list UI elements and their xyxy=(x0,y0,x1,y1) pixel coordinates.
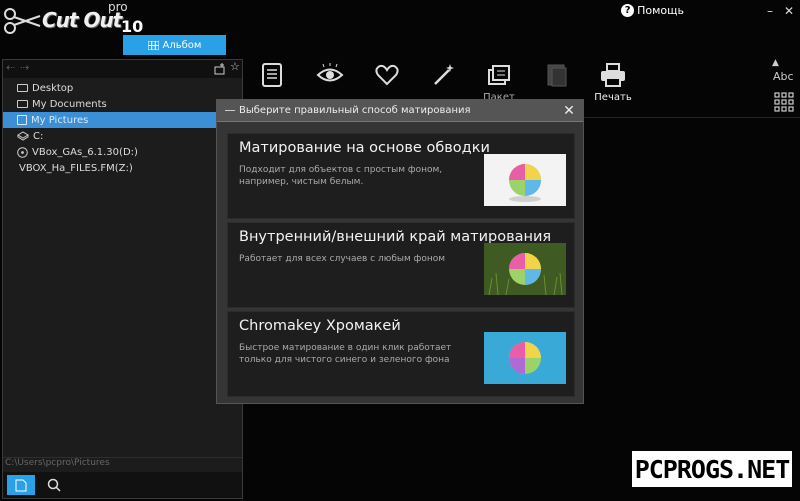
minimize-button[interactable]: – xyxy=(761,2,779,20)
watermark: PCPROGS.NET xyxy=(632,451,792,487)
ball-white-background-image xyxy=(484,154,566,206)
tree-item-label: Desktop xyxy=(32,82,74,94)
tree-item-label: My Documents xyxy=(32,98,107,110)
forward-arrow-icon[interactable]: ⇢ xyxy=(20,61,29,74)
dialog-title: Выберите правильный способ матирования xyxy=(239,105,471,116)
folder-icon xyxy=(17,100,28,108)
option-inner-outer-edge[interactable]: Внутренний/внешний край матирования Рабо… xyxy=(227,222,575,308)
help-link[interactable]: ? Помощь xyxy=(621,4,684,17)
album-label: Альбом xyxy=(162,39,202,51)
folder-icon xyxy=(17,84,28,92)
files-view-button[interactable] xyxy=(7,475,35,495)
matting-method-dialog: Выберите правильный способ матирования ✕… xyxy=(216,99,584,404)
tree-item-desktop[interactable]: Desktop xyxy=(3,80,242,96)
new-folder-icon[interactable] xyxy=(214,63,226,75)
app-edition: pro xyxy=(108,0,128,14)
option-description: Работает для всех случаев с любым фоном xyxy=(239,254,446,264)
grid-view-icon[interactable] xyxy=(774,92,794,112)
dialog-menu-icon xyxy=(225,110,235,111)
option-outline-matting[interactable]: Матирование на основе обводки Подходит д… xyxy=(227,133,575,219)
back-arrow-icon[interactable]: ⇠ xyxy=(6,61,15,74)
file-browser-panel: ⇠ ⇢ ☆ Desktop My Documents My Pictures C… xyxy=(2,59,243,499)
batch-icon xyxy=(488,65,510,85)
tree-item-drive-c[interactable]: C: xyxy=(3,128,242,144)
help-label: Помощь xyxy=(637,4,684,17)
search-icon xyxy=(47,478,61,492)
cd-icon xyxy=(17,146,28,158)
printer-icon xyxy=(601,63,625,87)
browser-toolbar: ⇠ ⇢ ☆ xyxy=(3,60,242,78)
option-description: Подходит для объектов с простым фоном, н… xyxy=(239,165,443,187)
option-title: Chromakey Хромакей xyxy=(239,318,401,334)
ball-blue-background-image xyxy=(484,332,566,384)
scissors-icon xyxy=(4,8,41,34)
drive-icon xyxy=(17,131,29,141)
dialog-title-bar: Выберите правильный способ матирования xyxy=(217,100,583,122)
option-chromakey[interactable]: Chromakey Хромакей Быстрое матирование в… xyxy=(227,311,575,397)
tree-item-label: My Pictures xyxy=(31,114,89,126)
album-button[interactable]: Альбом xyxy=(123,35,226,55)
dialog-close-button[interactable]: ✕ xyxy=(561,102,577,120)
tree-item-label: VBOX_Ha_FILES.FM(Z:) xyxy=(19,162,133,174)
eye-icon xyxy=(316,63,344,82)
print-tool[interactable]: Печать xyxy=(591,62,635,112)
layers-icon xyxy=(547,64,567,87)
close-window-button[interactable]: ✕ xyxy=(780,2,798,20)
option-title: Матирование на основе обводки xyxy=(239,140,490,156)
document-list-icon xyxy=(262,63,282,87)
tree-item-label: C: xyxy=(33,130,44,142)
file-icon xyxy=(15,479,27,491)
star-icon[interactable]: ☆ xyxy=(230,60,240,73)
sort-label[interactable]: Abc xyxy=(773,70,794,83)
help-icon: ? xyxy=(621,4,635,17)
tree-item-pictures[interactable]: My Pictures xyxy=(3,112,242,128)
ball-grass-background-image xyxy=(484,243,566,295)
grid-icon xyxy=(147,40,159,50)
browser-bottom-bar xyxy=(3,472,242,498)
pictures-icon xyxy=(17,115,27,125)
current-path: C:\Users\pcpro\Pictures xyxy=(3,457,242,471)
tree-item-documents[interactable]: My Documents xyxy=(3,96,242,112)
chevron-up-icon[interactable]: ▲ xyxy=(772,58,779,68)
tree-item-drive-z[interactable]: VBOX_Ha_FILES.FM(Z:) xyxy=(3,160,242,176)
app-version: 10 xyxy=(121,17,144,36)
heart-icon xyxy=(375,64,399,86)
option-description: Быстрое матирование в один клик работает… xyxy=(239,343,452,365)
search-button[interactable] xyxy=(43,475,65,495)
tree-item-drive-d[interactable]: VBox_GAs_6.1.30(D:) xyxy=(3,144,242,160)
tool-label: Печать xyxy=(594,92,632,103)
magic-wand-icon xyxy=(434,64,454,85)
tree-item-label: VBox_GAs_6.1.30(D:) xyxy=(32,146,138,158)
